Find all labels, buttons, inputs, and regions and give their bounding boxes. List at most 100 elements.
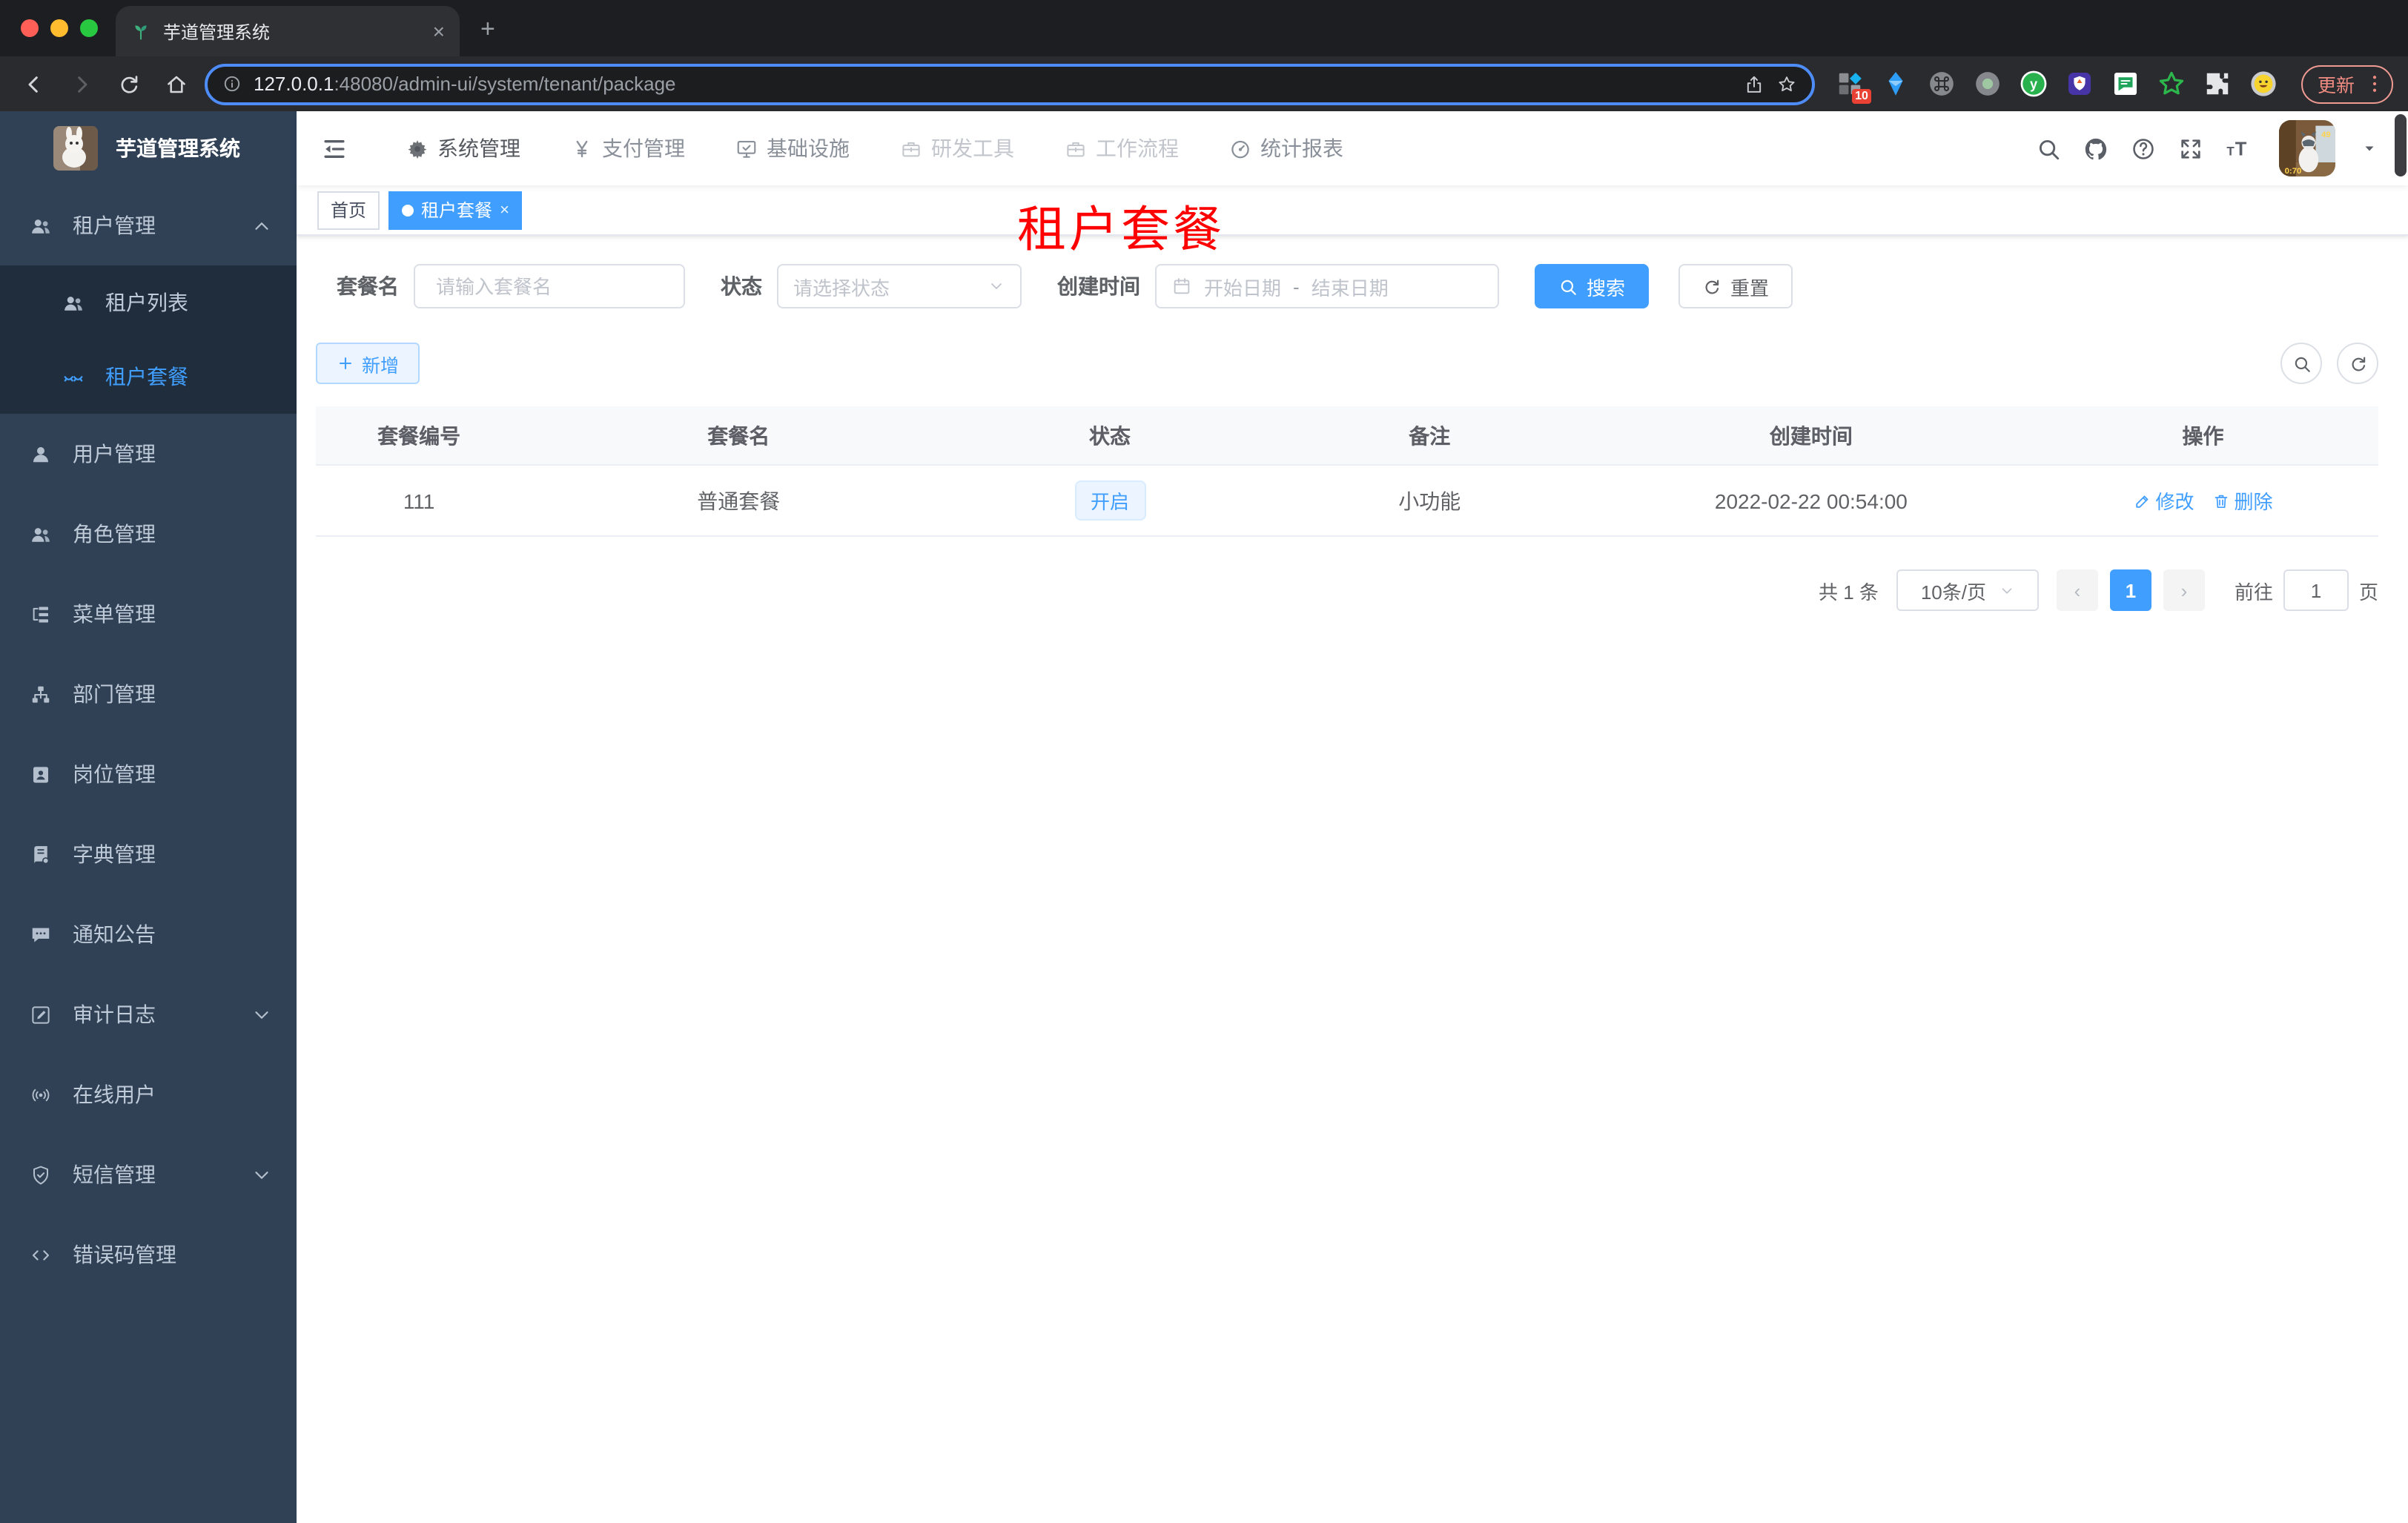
home-icon[interactable] <box>157 65 196 103</box>
cell-remark: 小功能 <box>1398 489 1461 512</box>
browser-scrollbar-thumb[interactable] <box>2395 114 2407 176</box>
top-nav-支付管理[interactable]: 支付管理 <box>546 111 710 185</box>
search-icon <box>1558 277 1578 296</box>
sidebar-item-用户管理[interactable]: 用户管理 <box>0 414 297 494</box>
sidebar-item-租户套餐[interactable]: 租户套餐 <box>0 340 297 414</box>
sidebar-item-短信管理[interactable]: 短信管理 <box>0 1134 297 1215</box>
sidebar-item-通知公告[interactable]: 通知公告 <box>0 894 297 974</box>
column-header-状态: 状态 <box>1089 423 1131 447</box>
sidebar-item-租户列表[interactable]: 租户列表 <box>0 265 297 340</box>
tag-home[interactable]: 首页 <box>317 191 380 229</box>
new-tab-button[interactable]: + <box>480 15 495 44</box>
add-button[interactable]: 新增 <box>316 343 420 384</box>
avatar-caret-down-icon[interactable] <box>2361 139 2378 157</box>
refresh-table-button[interactable] <box>2337 343 2378 384</box>
message-icon <box>30 923 52 945</box>
top-menu: 系统管理 支付管理 基础设施 研发工具 工作流程 统计报表 <box>381 111 2036 185</box>
extension-chat-icon[interactable] <box>2111 70 2140 98</box>
package-name-input[interactable] <box>433 274 666 299</box>
logo-rabbit-image <box>53 126 98 171</box>
sidebar-item-部门管理[interactable]: 部门管理 <box>0 654 297 734</box>
user-group-icon <box>30 214 52 237</box>
extension-puzzle-icon[interactable] <box>2203 70 2232 98</box>
extension-circle-icon[interactable] <box>1974 70 2002 98</box>
sidebar-item-错误码管理[interactable]: 错误码管理 <box>0 1215 297 1295</box>
top-nav-统计报表[interactable]: 统计报表 <box>1204 111 1369 185</box>
goto-page-input[interactable] <box>2283 569 2349 611</box>
sidebar-item-label: 部门管理 <box>73 682 156 706</box>
tab-favicon-plant-icon <box>130 21 151 42</box>
github-icon[interactable] <box>2083 136 2108 161</box>
fullscreen-icon[interactable] <box>2178 136 2203 161</box>
extension-command-icon[interactable] <box>1928 70 1956 98</box>
pagination-total: 共 1 条 <box>1819 581 1879 603</box>
tags-bar: 首页 租户套餐 × <box>297 185 2408 236</box>
bookmark-star-icon[interactable] <box>1776 73 1797 94</box>
extension-emoji-icon[interactable] <box>2249 70 2278 98</box>
next-page-button[interactable]: › <box>2163 569 2205 611</box>
site-info-icon[interactable] <box>222 74 242 93</box>
page-number-1[interactable]: 1 <box>2109 569 2151 611</box>
search-button[interactable]: 搜索 <box>1535 264 1650 308</box>
top-nav-系统管理[interactable]: 系统管理 <box>381 111 546 185</box>
status-label: 状态 <box>721 274 762 298</box>
minimize-window-button[interactable] <box>50 19 68 37</box>
browser-tab[interactable]: 芋道管理系统 × <box>116 6 460 56</box>
browser-menu-icon[interactable] <box>2364 73 2386 95</box>
app-header: 系统管理 支付管理 基础设施 研发工具 工作流程 统计报表 TT 0:70 49 <box>297 111 2408 185</box>
top-nav-label: 工作流程 <box>1096 136 1179 160</box>
yen-icon <box>571 137 593 159</box>
tag-close-icon[interactable]: × <box>500 201 509 219</box>
reload-icon[interactable] <box>110 65 148 103</box>
browser-update-button[interactable]: 更新 <box>2300 65 2393 103</box>
sidebar-item-租户管理[interactable]: 租户管理 <box>0 185 297 265</box>
top-nav-研发工具[interactable]: 研发工具 <box>875 111 1039 185</box>
zoom-window-button[interactable] <box>80 19 98 37</box>
column-header-套餐名: 套餐名 <box>707 423 770 447</box>
sidebar-item-角色管理[interactable]: 角色管理 <box>0 494 297 574</box>
status-select[interactable]: 请选择状态 <box>777 264 1022 308</box>
sidebar-item-label: 审计日志 <box>73 1002 156 1026</box>
sidebar-item-菜单管理[interactable]: 菜单管理 <box>0 574 297 654</box>
tab-close-icon[interactable]: × <box>433 19 445 43</box>
forward-icon[interactable] <box>62 65 101 103</box>
extension-badge: 10 <box>1852 89 1871 104</box>
action-修改[interactable]: 修改 <box>2133 486 2194 515</box>
toggle-search-button[interactable] <box>2280 343 2322 384</box>
dashboard-icon <box>1229 137 1251 159</box>
sidebar-collapse-icon[interactable] <box>320 134 348 162</box>
search-icon[interactable] <box>2036 136 2061 161</box>
sidebar-item-在线用户[interactable]: 在线用户 <box>0 1054 297 1134</box>
chevron-down-icon <box>988 277 1005 295</box>
top-nav-工作流程[interactable]: 工作流程 <box>1039 111 1204 185</box>
back-icon[interactable] <box>15 65 53 103</box>
help-icon[interactable] <box>2131 136 2156 161</box>
page-size-select[interactable]: 10条/页 <box>1896 569 2039 611</box>
font-size-icon[interactable]: TT <box>2226 136 2251 161</box>
date-range-picker[interactable]: 开始日期 - 结束日期 <box>1155 264 1499 308</box>
package-table: 套餐编号 套餐名 状态 备注 创建时间 操作 111 普通套餐 开启 小功能 2022-0… <box>316 406 2378 537</box>
sidebar-item-审计日志[interactable]: 审计日志 <box>0 974 297 1054</box>
sidebar-item-字典管理[interactable]: 字典管理 <box>0 814 297 894</box>
table-toolbar-right <box>2280 343 2378 384</box>
share-icon[interactable] <box>1744 73 1764 94</box>
chevron-down-icon <box>251 1163 273 1186</box>
extension-shield-icon[interactable] <box>2065 70 2094 98</box>
table-header-row: 套餐编号 套餐名 状态 备注 创建时间 操作 <box>316 406 2378 466</box>
sidebar-item-label: 岗位管理 <box>73 762 156 786</box>
extension-grid-icon[interactable]: 10 <box>1836 70 1871 104</box>
extension-y-icon[interactable]: y <box>2020 70 2048 98</box>
sidebar-item-label: 租户管理 <box>73 214 156 237</box>
prev-page-button[interactable]: ‹ <box>2056 569 2098 611</box>
reset-button[interactable]: 重置 <box>1678 264 1793 308</box>
user-avatar[interactable]: 0:70 49 <box>2279 120 2335 176</box>
sidebar-item-岗位管理[interactable]: 岗位管理 <box>0 734 297 814</box>
table-row: 111 普通套餐 开启 小功能 2022-02-22 00:54:00 修改 删除 <box>316 466 2378 537</box>
address-bar[interactable]: 127.0.0.1:48080/admin-ui/system/tenant/p… <box>205 63 1815 105</box>
tag-tenant-package[interactable]: 租户套餐 × <box>388 191 523 229</box>
top-nav-基础设施[interactable]: 基础设施 <box>710 111 875 185</box>
extension-star-icon[interactable] <box>2157 70 2186 98</box>
close-window-button[interactable] <box>21 19 39 37</box>
action-删除[interactable]: 删除 <box>2212 486 2273 515</box>
extension-gem-icon[interactable] <box>1882 70 1910 98</box>
